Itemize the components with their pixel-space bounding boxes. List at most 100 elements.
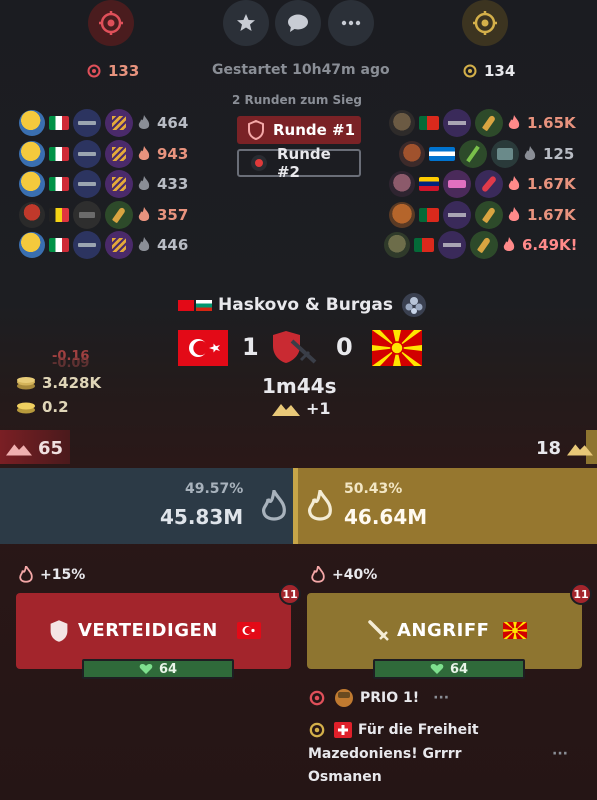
target-icon [473,11,497,35]
chat-button[interactable] [275,0,321,46]
italy-flag-icon [49,147,69,161]
stat-delta-2: -0.09 [52,356,90,371]
player-damage: 1.67K [527,206,576,224]
rifle-icon [443,109,471,137]
swiss-flag-icon [334,722,352,738]
prio-more-button[interactable]: ··· [433,690,449,706]
rate-stat: 0.2 [16,398,69,416]
right-target-button[interactable] [462,0,508,46]
left-target-button[interactable] [88,0,134,46]
right-player-row[interactable]: 125 [399,140,574,168]
attacker-damage-pct: 50.43% [344,481,403,497]
left-player-row[interactable]: 433 [19,170,188,198]
prio-message[interactable]: PRIO 1! ··· [308,688,449,708]
defender-damage-bar [0,468,294,544]
mountain-icon [272,403,300,416]
fire-icon [508,207,520,221]
right-player-row[interactable]: 1.67K [389,201,576,229]
fire-icon [138,207,150,221]
sword-icon [368,620,389,641]
battle-bonus: +1 [272,399,331,418]
rifle-icon [73,170,101,198]
player-avatar [389,202,415,228]
player-damage: 6.49K! [522,236,578,254]
right-player-row[interactable]: 6.49K! [384,231,577,259]
target-icon [309,722,325,738]
player-damage: 125 [543,145,575,163]
favorite-button[interactable] [223,0,269,46]
bullet-icon [475,201,503,229]
rifle-icon [443,201,471,229]
italy-flag-icon [49,177,69,191]
shield-sword-icon [273,331,317,364]
right-player-row[interactable]: 1.67K [389,170,576,198]
rifle-icon [73,140,101,168]
fire-icon [138,115,150,129]
left-player-row[interactable]: 446 [19,231,188,259]
defend-bonus-value: +15% [40,567,86,583]
defend-health-value: 64 [158,661,178,677]
player-avatar [399,141,425,167]
round-1-label: Runde #1 [273,121,356,139]
fire-icon [508,115,520,129]
ammo-icon [105,140,133,168]
damage-divider [293,468,298,544]
coins-stat: 3.428K [16,374,101,392]
heart-icon [139,664,153,674]
attack-bonus: +40% [310,566,377,584]
portugal-flag-icon [419,116,439,130]
bullet-icon [475,109,503,137]
mountain-icon [6,443,32,455]
more-options-button[interactable] [328,0,374,46]
pistol-icon [73,201,101,229]
attack-health-value: 64 [449,661,469,677]
slogan-line-1: Für die Freiheit [358,722,479,738]
attack-count-badge: 11 [570,583,592,605]
rate-value: 0.2 [42,398,69,416]
left-player-row[interactable]: 464 [19,109,188,137]
staff-icon [459,140,487,168]
avatar-icon [335,689,353,707]
turkey-flag-icon [178,330,228,366]
fire-icon [508,176,520,190]
ellipsis-icon [341,20,361,26]
left-player-row[interactable]: 943 [19,140,188,168]
attacker-damage-total: 46.64M [344,505,428,529]
player-avatar [19,202,45,228]
round-2-tab[interactable]: Runde #2 [237,145,361,181]
shield-icon [50,620,68,642]
italy-flag-icon [49,238,69,252]
rifle-icon [73,231,101,259]
attack-label: ANGRIFF [397,620,490,641]
battle-region-title[interactable]: Haskovo & Burgas [178,292,427,318]
player-damage: 433 [157,175,189,193]
left-count-value: 133 [108,62,140,80]
portugal-flag-icon [419,208,439,222]
ammo-icon [105,109,133,137]
chat-bubble-icon [288,14,308,32]
player-avatar [389,171,415,197]
left-player-row[interactable]: 357 [19,201,188,229]
rounds-to-win: 2 Runden zum Sieg [232,93,362,107]
heart-icon [430,664,444,674]
mountain-icon [567,443,594,455]
round-1-tab[interactable]: Runde #1 [237,116,361,144]
defender-damage-pct: 49.57% [185,481,244,497]
portugal-flag-icon [414,238,434,252]
slogan-more-button[interactable]: ··· [552,746,568,762]
honduras-flag-icon [429,147,455,161]
fire-icon [138,237,150,251]
attacker-damage-bar [297,468,597,544]
fire-icon [138,146,150,160]
turkey-flag-icon [178,299,194,311]
fire-icon [308,490,332,521]
player-damage: 464 [157,114,189,132]
blaster-icon [443,170,471,198]
right-player-count: 134 [462,62,515,80]
coins-value: 3.428K [42,374,102,392]
attack-bonus-value: +40% [332,567,378,583]
defend-count-badge: 11 [279,583,301,605]
bonus-value: +1 [306,399,331,418]
attack-health-bar: 64 [373,659,525,679]
right-player-row[interactable]: 1.65K [389,109,576,137]
